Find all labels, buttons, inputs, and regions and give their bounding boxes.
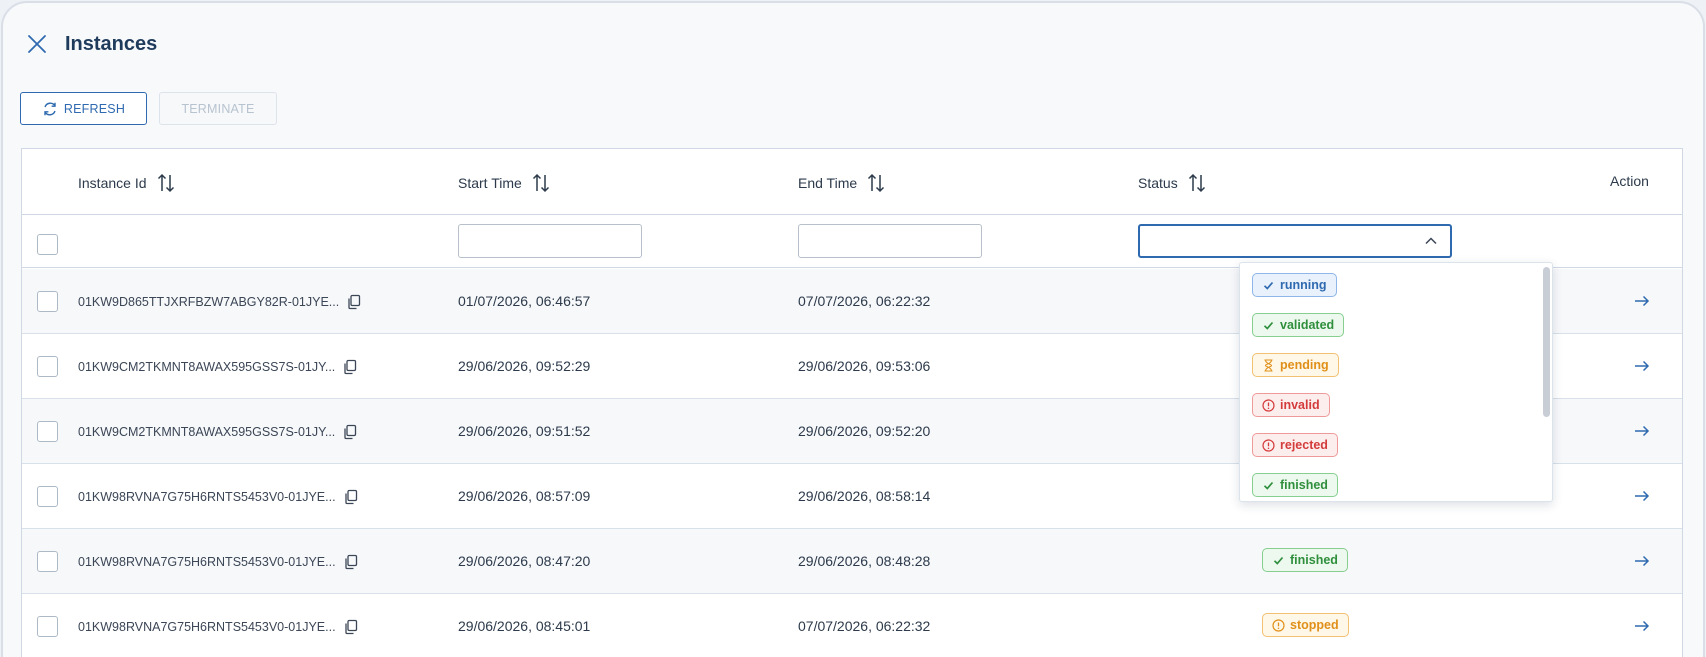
copy-icon[interactable]: [344, 489, 358, 505]
column-instance-id: Instance Id: [78, 173, 175, 193]
status-option-rejected[interactable]: rejected: [1252, 433, 1338, 457]
sort-icon[interactable]: [157, 173, 175, 193]
status-badge: stopped: [1262, 613, 1349, 637]
row-checkbox[interactable]: [37, 291, 58, 312]
end-time-cell: 07/07/2026, 06:22:32: [798, 293, 931, 309]
arrow-right-icon[interactable]: [1632, 291, 1652, 311]
copy-icon[interactable]: [344, 619, 358, 635]
status-cell: finished: [1262, 548, 1348, 572]
column-start-time: Start Time: [458, 173, 550, 193]
sort-icon[interactable]: [1188, 173, 1206, 193]
arrow-right-icon[interactable]: [1632, 616, 1652, 636]
status-option-running[interactable]: running: [1252, 273, 1337, 297]
start-time-cell: 29/06/2026, 08:57:09: [458, 488, 591, 504]
toolbar: REFRESH TERMINATE: [20, 92, 277, 125]
sort-icon[interactable]: [532, 173, 550, 193]
end-time-cell: 29/06/2026, 09:52:20: [798, 423, 931, 439]
arrow-right-icon[interactable]: [1632, 421, 1652, 441]
start-time-cell: 01/07/2026, 06:46:57: [458, 293, 591, 309]
copy-icon[interactable]: [343, 424, 357, 440]
hourglass-icon: [1264, 358, 1273, 372]
end-time-cell: 29/06/2026, 09:53:06: [798, 358, 931, 374]
row-checkbox[interactable]: [37, 421, 58, 442]
row-checkbox[interactable]: [37, 551, 58, 572]
page-title: Instances: [65, 32, 158, 55]
start-time-cell: 29/06/2026, 08:45:01: [458, 618, 591, 634]
refresh-icon: [44, 102, 56, 115]
table-header: Instance Id Start Time End Time Status A…: [22, 149, 1682, 215]
sort-icon[interactable]: [867, 173, 885, 193]
arrow-right-icon[interactable]: [1632, 486, 1652, 506]
check-icon: [1263, 321, 1274, 330]
instance-id-cell: 01KW98RVNA7G75H6RNTS5453V0-01JYE...: [78, 554, 358, 570]
column-end-time: End Time: [798, 173, 885, 193]
terminate-label: TERMINATE: [181, 101, 255, 116]
select-all-checkbox[interactable]: [37, 234, 58, 255]
column-status: Status: [1138, 173, 1206, 193]
check-icon: [1263, 481, 1274, 490]
status-badge: finished: [1262, 548, 1348, 572]
start-time-filter[interactable]: [458, 224, 642, 258]
chevron-up-icon: [1425, 237, 1437, 245]
end-time-filter[interactable]: [798, 224, 982, 258]
column-action: Action: [1610, 173, 1649, 189]
close-icon: [28, 35, 46, 53]
start-time-cell: 29/06/2026, 09:51:52: [458, 423, 591, 439]
instance-id-cell: 01KW98RVNA7G75H6RNTS5453V0-01JYE...: [78, 489, 358, 505]
dropdown-scrollbar[interactable]: [1543, 267, 1550, 417]
start-time-cell: 29/06/2026, 09:52:29: [458, 358, 591, 374]
arrow-right-icon[interactable]: [1632, 551, 1652, 571]
status-dropdown: running validated pending invalid reject…: [1239, 262, 1553, 502]
row-checkbox[interactable]: [37, 616, 58, 637]
arrow-right-icon[interactable]: [1632, 356, 1652, 376]
row-checkbox[interactable]: [37, 356, 58, 377]
end-time-cell: 29/06/2026, 08:48:28: [798, 553, 931, 569]
close-button[interactable]: [25, 32, 49, 56]
check-icon: [1263, 281, 1274, 290]
refresh-label: REFRESH: [63, 101, 126, 116]
table-row[interactable]: 01KW98RVNA7G75H6RNTS5453V0-01JYE... 29/0…: [22, 594, 1682, 657]
status-option-pending[interactable]: pending: [1252, 353, 1339, 377]
status-option-validated[interactable]: validated: [1252, 313, 1345, 337]
instance-id-cell: 01KW98RVNA7G75H6RNTS5453V0-01JYE...: [78, 619, 358, 635]
status-filter-select[interactable]: [1138, 224, 1452, 258]
alert-circle-icon: [1262, 398, 1275, 412]
instances-dialog: Instances REFRESH TERMINATE Instance Id: [1, 1, 1705, 657]
copy-icon[interactable]: [347, 294, 361, 310]
end-time-cell: 29/06/2026, 08:58:14: [798, 488, 931, 504]
table-row[interactable]: 01KW98RVNA7G75H6RNTS5453V0-01JYE... 29/0…: [22, 529, 1682, 594]
status-option-invalid[interactable]: invalid: [1252, 393, 1330, 417]
refresh-button[interactable]: REFRESH: [20, 92, 147, 125]
filter-row: [22, 215, 1682, 268]
instance-id-cell: 01KW9CM2TKMNT8AWAX595GSS7S-01JY...: [78, 359, 357, 375]
start-time-cell: 29/06/2026, 08:47:20: [458, 553, 591, 569]
alert-circle-icon: [1272, 618, 1285, 632]
end-time-cell: 07/07/2026, 06:22:32: [798, 618, 931, 634]
instance-id-cell: 01KW9D865TTJXRFBZW7ABGY82R-01JYE...: [78, 294, 361, 310]
copy-icon[interactable]: [344, 554, 358, 570]
dialog-header: Instances: [25, 29, 157, 59]
status-option-finished[interactable]: finished: [1252, 473, 1338, 497]
check-icon: [1273, 556, 1284, 565]
terminate-button[interactable]: TERMINATE: [159, 92, 277, 125]
status-cell: stopped: [1262, 613, 1349, 637]
row-checkbox[interactable]: [37, 486, 58, 507]
instance-id-cell: 01KW9CM2TKMNT8AWAX595GSS7S-01JY...: [78, 424, 357, 440]
alert-circle-icon: [1262, 438, 1275, 452]
copy-icon[interactable]: [343, 359, 357, 375]
